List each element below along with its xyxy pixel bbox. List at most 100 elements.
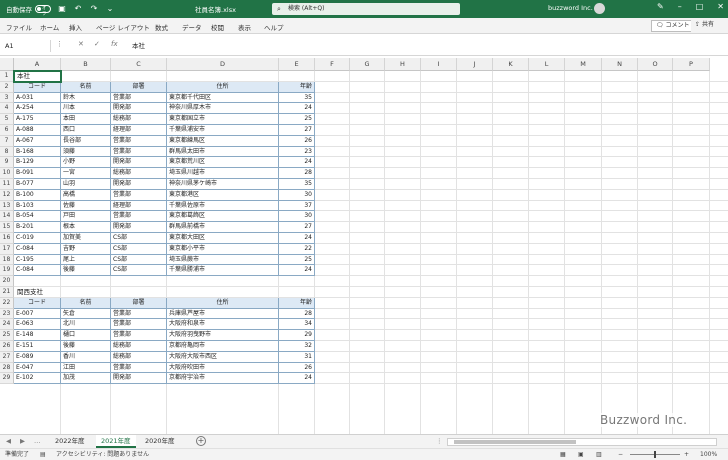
row-header[interactable]: 9 [0, 157, 14, 169]
table-cell[interactable]: 営業部 [111, 211, 167, 223]
table-cell[interactable]: 尾上 [61, 254, 111, 266]
header-cell[interactable]: 名前 [61, 297, 111, 309]
table-cell[interactable]: CS部 [111, 243, 167, 255]
table-cell[interactable]: 25 [279, 114, 315, 125]
row-header[interactable]: 12 [0, 189, 14, 201]
table-cell[interactable]: 24 [279, 265, 315, 277]
table-cell[interactable]: 川本 [61, 103, 111, 115]
table-cell[interactable]: 開発部 [111, 103, 167, 115]
function-icon[interactable]: fx [111, 40, 118, 48]
table-cell[interactable]: 千葉県勝浦市 [167, 265, 279, 277]
table-cell[interactable]: A-254 [14, 103, 61, 115]
table-cell[interactable]: 東京都国立市 [167, 114, 279, 125]
enter-icon[interactable]: ✓ [94, 40, 100, 48]
tab-insert[interactable]: 挿入 [69, 22, 82, 32]
column-header[interactable]: O [638, 58, 673, 71]
table-cell[interactable]: 吉野 [61, 243, 111, 255]
table-cell[interactable]: A-175 [14, 114, 61, 125]
table-cell[interactable]: E-063 [14, 319, 61, 331]
table-cell[interactable]: A-031 [14, 92, 61, 104]
table-cell[interactable]: 開発部 [111, 373, 167, 385]
table-cell[interactable]: 西口 [61, 125, 111, 136]
sheet-tab-2021[interactable]: 2021年度 [96, 435, 136, 448]
table-cell[interactable]: 開発部 [111, 157, 167, 169]
user-name[interactable]: buzzword Inc. [548, 4, 593, 12]
table-cell[interactable]: 31 [279, 351, 315, 363]
table-cell[interactable]: E-089 [14, 351, 61, 363]
table-cell[interactable]: 24 [279, 233, 315, 244]
selected-cell[interactable] [13, 70, 62, 83]
row-header[interactable]: 27 [0, 351, 14, 363]
row-header[interactable]: 14 [0, 211, 14, 223]
comment-button[interactable]: 🗨 コメント [651, 20, 695, 32]
row-header[interactable]: 15 [0, 222, 14, 233]
page-layout-view-icon[interactable]: ▣ [578, 449, 584, 460]
tab-view[interactable]: 表示 [238, 22, 251, 32]
table-cell[interactable]: 加茂 [61, 373, 111, 385]
row-header[interactable]: 11 [0, 179, 14, 190]
table-cell[interactable]: 北川 [61, 319, 111, 331]
spreadsheet-grid[interactable]: A B C D E F G H I J K L M N O P 1 2 3 4 5 6 7 8 9 10 11 12 13 14 15 16 1… [0, 58, 728, 434]
tab-formulas[interactable]: 数式 [155, 22, 168, 32]
table-cell[interactable]: 後藤 [61, 265, 111, 277]
table-cell[interactable]: B-168 [14, 146, 61, 158]
row-header[interactable]: 7 [0, 135, 14, 147]
table-cell[interactable]: C-084 [14, 243, 61, 255]
pen-icon[interactable]: ✎ [657, 2, 664, 11]
table-cell[interactable]: E-102 [14, 373, 61, 385]
table-cell[interactable]: 総務部 [111, 351, 167, 363]
minimize-icon[interactable]: – [678, 2, 682, 11]
table-cell[interactable]: 総務部 [111, 168, 167, 179]
header-cell[interactable]: 住所 [167, 297, 279, 309]
table-cell[interactable]: 32 [279, 341, 315, 352]
header-cell[interactable]: 名前 [61, 81, 111, 93]
table-cell[interactable]: 矢倉 [61, 308, 111, 320]
zoom-level[interactable]: 100% [700, 449, 717, 460]
row-header[interactable]: 4 [0, 103, 14, 115]
table-cell[interactable]: 戸田 [61, 211, 111, 223]
table-cell[interactable]: 群馬県太田市 [167, 146, 279, 158]
table-cell[interactable]: 総務部 [111, 114, 167, 125]
table-cell[interactable]: 大阪府吹田市 [167, 362, 279, 374]
table-cell[interactable]: 開発部 [111, 222, 167, 233]
header-cell[interactable]: コード [14, 81, 61, 93]
header-cell[interactable]: 年齢 [279, 81, 315, 93]
sheet-tab-2020[interactable]: 2020年度 [140, 435, 180, 448]
table-cell[interactable]: 一宮 [61, 168, 111, 179]
tab-home[interactable]: ホーム [40, 22, 59, 32]
table-cell[interactable]: 開発部 [111, 179, 167, 190]
column-header[interactable]: L [529, 58, 565, 71]
row-header[interactable]: 2 [0, 81, 14, 93]
row-header[interactable]: 24 [0, 319, 14, 331]
sheet-next-icon[interactable]: ▶ [20, 437, 25, 445]
table-cell[interactable]: 長谷部 [61, 135, 111, 147]
select-all-corner[interactable] [0, 58, 14, 71]
row-header[interactable]: 10 [0, 168, 14, 179]
table-cell[interactable]: E-047 [14, 362, 61, 374]
table-cell[interactable]: 樋口 [61, 330, 111, 341]
cancel-icon[interactable]: ✕ [78, 40, 84, 48]
table-cell[interactable]: C-195 [14, 254, 61, 266]
zoom-in-icon[interactable]: + [684, 449, 689, 460]
table-cell[interactable]: B-201 [14, 222, 61, 233]
table-cell[interactable]: B-100 [14, 189, 61, 201]
header-cell[interactable]: 年齢 [279, 297, 315, 309]
table-cell[interactable]: 東京都港区 [167, 189, 279, 201]
table-cell[interactable]: A-088 [14, 125, 61, 136]
table-cell[interactable]: A-067 [14, 135, 61, 147]
autosave-toggle[interactable]: オフ [35, 5, 51, 17]
name-box[interactable]: A1 [3, 40, 51, 52]
table-cell[interactable]: 経理部 [111, 200, 167, 212]
column-header[interactable]: I [421, 58, 457, 71]
table-cell[interactable]: 大阪府羽曳野市 [167, 330, 279, 341]
column-header[interactable]: P [673, 58, 710, 71]
table-cell[interactable]: B-091 [14, 168, 61, 179]
table-cell[interactable]: 営業部 [111, 146, 167, 158]
table-cell[interactable]: 加賀美 [61, 233, 111, 244]
table-cell[interactable]: 営業部 [111, 330, 167, 341]
header-cell[interactable]: 部署 [111, 297, 167, 309]
table-cell[interactable]: 総務部 [111, 341, 167, 352]
table-cell[interactable]: 30 [279, 189, 315, 201]
close-icon[interactable]: ✕ [717, 2, 724, 11]
table-cell[interactable]: 鈴木 [61, 92, 111, 104]
